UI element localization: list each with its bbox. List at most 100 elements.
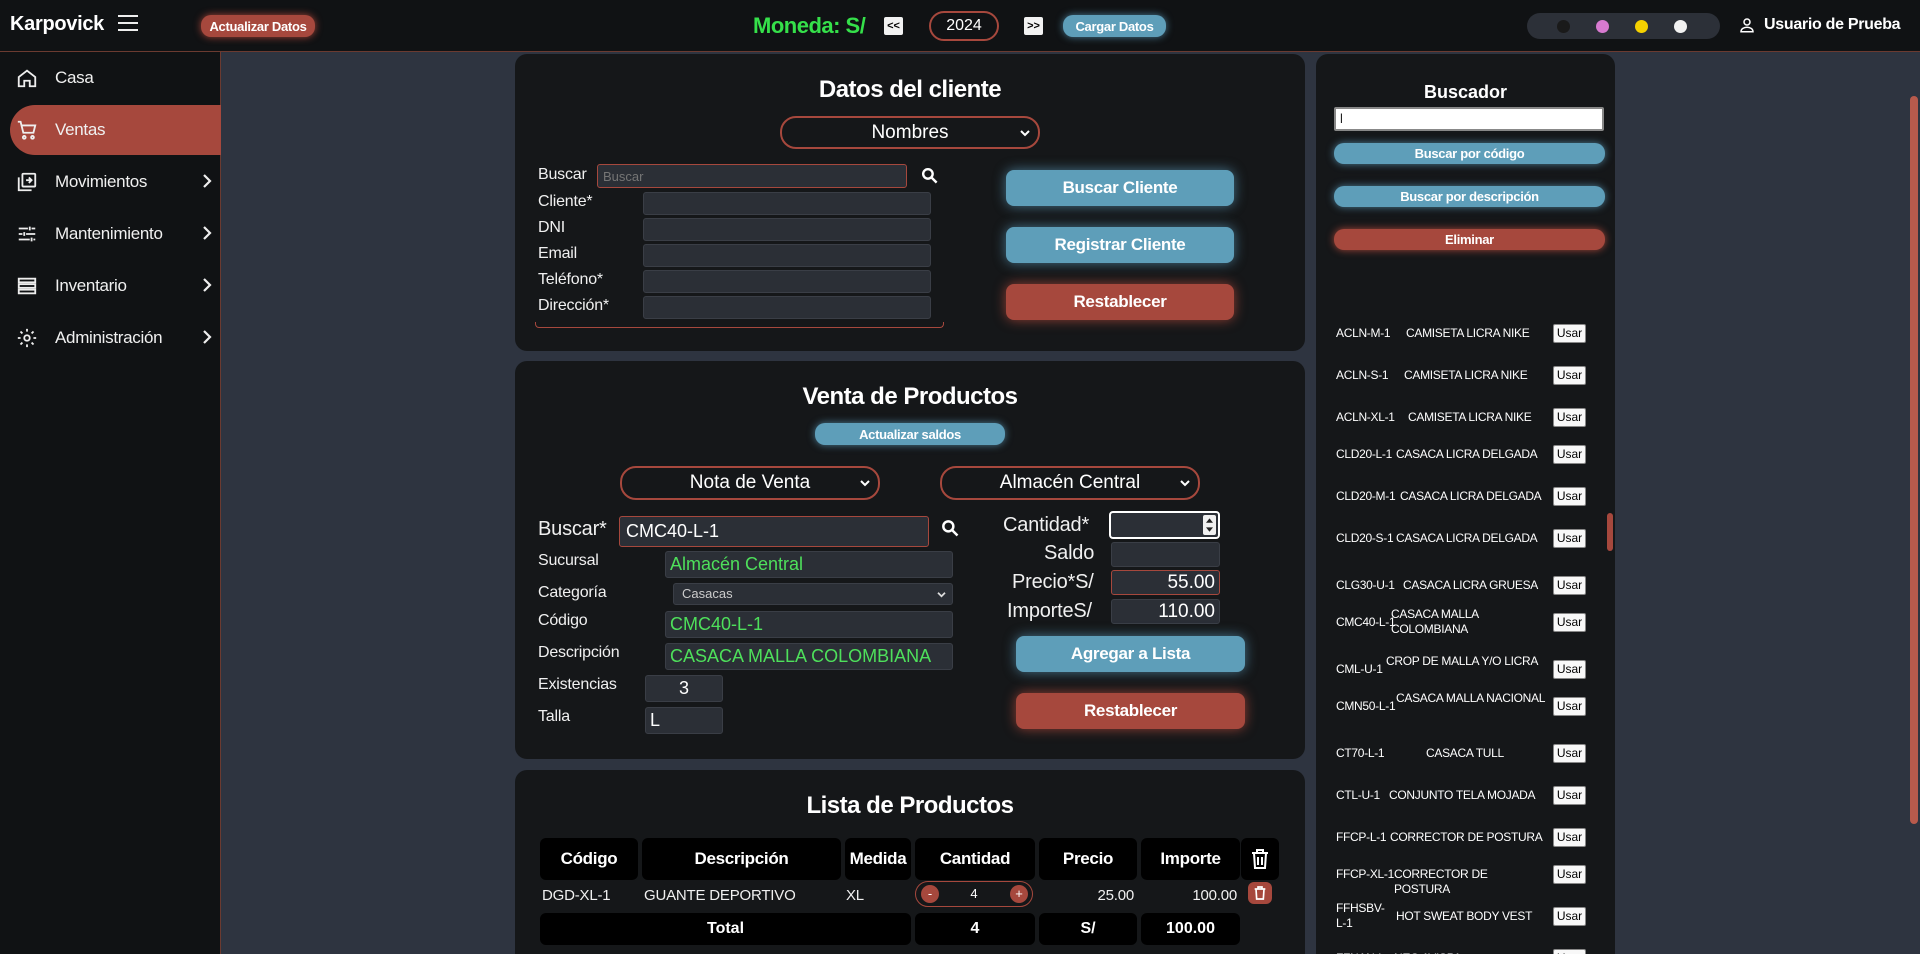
precio-field[interactable]: 55.00 — [1111, 570, 1220, 595]
delete-row-button[interactable] — [1248, 882, 1272, 904]
finder-result-code: CMN50-L-1 — [1336, 699, 1396, 713]
sidebar-item-movimientos[interactable]: Movimientos — [10, 157, 221, 207]
client-address-underline — [535, 322, 944, 328]
row-cantidad[interactable]: 4 — [946, 886, 1002, 901]
decrement-button[interactable]: - — [921, 885, 939, 903]
increment-button[interactable]: + — [1010, 885, 1028, 903]
product-search-input[interactable]: CMC40-L-1 — [619, 516, 929, 547]
add-to-list-button[interactable]: Agregar a Lista — [1016, 636, 1245, 672]
finder-result-row: CMN50-L-1 CASACA MALLA NACIONAL Usar — [1336, 691, 1606, 731]
finder-result-description: CONJUNTO TELA MOJADA — [1389, 788, 1536, 802]
categoria-label: Categoría — [538, 584, 607, 601]
load-data-button[interactable]: Cargar Datos — [1063, 15, 1166, 37]
product-search-label: Buscar* — [538, 518, 607, 540]
cantidad-input[interactable] — [1109, 511, 1220, 539]
column-header-medida: Medida — [845, 838, 911, 880]
precio-label: Precio*S/ — [1012, 571, 1094, 593]
client-search-type-select[interactable]: Nombres — [780, 116, 1040, 149]
client-search-label: Buscar — [538, 166, 587, 183]
brand-logo[interactable]: Karpovick — [10, 13, 104, 36]
finder-result-row: CLD20-L-1 CASACA LICRA DELGADA Usar — [1336, 439, 1606, 479]
next-year-button[interactable]: >> — [1024, 17, 1043, 35]
use-product-button[interactable]: Usar — [1553, 786, 1586, 805]
client-search-input[interactable] — [597, 164, 907, 188]
use-product-button[interactable]: Usar — [1553, 697, 1586, 716]
client-address-input[interactable] — [643, 296, 931, 319]
search-icon[interactable] — [920, 166, 939, 185]
user-menu[interactable]: Usuario de Prueba — [1738, 16, 1901, 34]
use-product-button[interactable]: Usar — [1553, 576, 1586, 595]
finder-result-row: FFNAN-L-NEO AVISPAUsar — [1336, 943, 1606, 954]
use-product-button[interactable]: Usar — [1553, 907, 1586, 926]
client-name-input[interactable] — [643, 192, 931, 215]
search-by-description-button[interactable]: Buscar por descripción — [1334, 186, 1605, 207]
warehouse-select[interactable]: Almacén Central — [940, 466, 1200, 500]
finder-result-row: CLG30-U-1 CASACA LICRA GRUESA Usar — [1336, 570, 1606, 610]
use-product-button[interactable]: Usar — [1553, 324, 1586, 343]
use-product-button[interactable]: Usar — [1553, 529, 1586, 548]
finder-input[interactable]: l — [1334, 107, 1604, 131]
refresh-balances-button[interactable]: Actualizar saldos — [815, 423, 1005, 445]
quantity-stepper: - 4 + — [915, 881, 1033, 907]
theme-yellow-option[interactable] — [1635, 20, 1648, 33]
search-by-code-button[interactable]: Buscar por código — [1334, 143, 1605, 164]
use-product-button[interactable]: Usar — [1553, 408, 1586, 427]
finder-result-description: CAMISETA LICRA NIKE — [1406, 326, 1530, 340]
cantidad-spinner[interactable] — [1203, 515, 1216, 535]
sidebar-item-mantenimiento[interactable]: Mantenimiento — [10, 209, 221, 259]
sidebar-item-ventas[interactable]: Ventas — [10, 105, 221, 155]
sucursal-label: Sucursal — [538, 552, 599, 569]
sidebar-item-inventario[interactable]: Inventario — [10, 261, 221, 311]
use-product-button[interactable]: Usar — [1553, 660, 1586, 679]
page-scrollbar[interactable] — [1910, 96, 1918, 824]
finder-result-description: CAMISETA LICRA NIKE — [1404, 368, 1528, 382]
warehouse-value: Almacén Central — [999, 472, 1141, 493]
document-type-select[interactable]: Nota de Venta — [620, 466, 880, 500]
use-product-button[interactable]: Usar — [1553, 744, 1586, 763]
chevron-right-icon — [203, 330, 212, 344]
spinner-down-icon[interactable] — [1206, 527, 1213, 532]
search-client-button[interactable]: Buscar Cliente — [1006, 170, 1234, 206]
client-email-input[interactable] — [643, 244, 931, 267]
categoria-select[interactable]: Casacas — [673, 583, 953, 605]
use-product-button[interactable]: Usar — [1553, 828, 1586, 847]
column-header-descripcion: Descripción — [642, 838, 841, 880]
use-product-button[interactable]: Usar — [1553, 487, 1586, 506]
client-search-type-value: Nombres — [871, 122, 949, 143]
finder-result-description: HOT SWEAT BODY VEST — [1396, 909, 1533, 923]
prev-year-button[interactable]: << — [884, 17, 903, 35]
delete-finder-button[interactable]: Eliminar — [1334, 229, 1605, 250]
sidebar-item-administracion[interactable]: Administración — [10, 313, 221, 363]
reset-sale-button[interactable]: Restablecer — [1016, 693, 1245, 729]
finder-scroll-thumb[interactable] — [1607, 513, 1613, 551]
reset-client-button[interactable]: Restablecer — [1006, 284, 1234, 320]
spinner-up-icon[interactable] — [1206, 518, 1213, 523]
use-product-button[interactable]: Usar — [1553, 865, 1586, 884]
search-icon[interactable] — [940, 518, 960, 538]
finder-result-description: CAMISETA LICRA NIKE — [1408, 410, 1532, 424]
sliders-icon — [18, 226, 36, 242]
row-precio: 25.00 — [1097, 887, 1134, 904]
theme-dark-option[interactable] — [1557, 20, 1570, 33]
client-phone-input[interactable] — [643, 270, 931, 293]
use-product-button[interactable]: Usar — [1553, 445, 1586, 464]
theme-pink-option[interactable] — [1596, 20, 1609, 33]
clear-list-button[interactable] — [1241, 838, 1279, 880]
descripcion-label: Descripción — [538, 644, 620, 661]
existencias-label: Existencias — [538, 676, 617, 693]
total-label: Total — [540, 913, 911, 945]
total-cantidad: 4 — [915, 913, 1035, 945]
client-dni-input[interactable] — [643, 218, 931, 241]
register-client-button[interactable]: Registrar Cliente — [1006, 227, 1234, 263]
sidebar-item-casa[interactable]: Casa — [10, 53, 221, 103]
menu-icon[interactable] — [118, 15, 138, 31]
use-product-button[interactable]: Usar — [1553, 949, 1586, 954]
column-header-importe: Importe — [1141, 838, 1240, 880]
finder-result-row: CML-U-1 CROP DE MALLA Y/O LICRA Usar — [1336, 654, 1606, 694]
theme-light-option[interactable] — [1674, 20, 1687, 33]
update-data-button[interactable]: Actualizar Datos — [201, 15, 315, 37]
finder-result-code: CLD20-M-1 — [1336, 489, 1396, 503]
cart-icon — [17, 120, 37, 140]
use-product-button[interactable]: Usar — [1553, 366, 1586, 385]
use-product-button[interactable]: Usar — [1553, 613, 1586, 632]
